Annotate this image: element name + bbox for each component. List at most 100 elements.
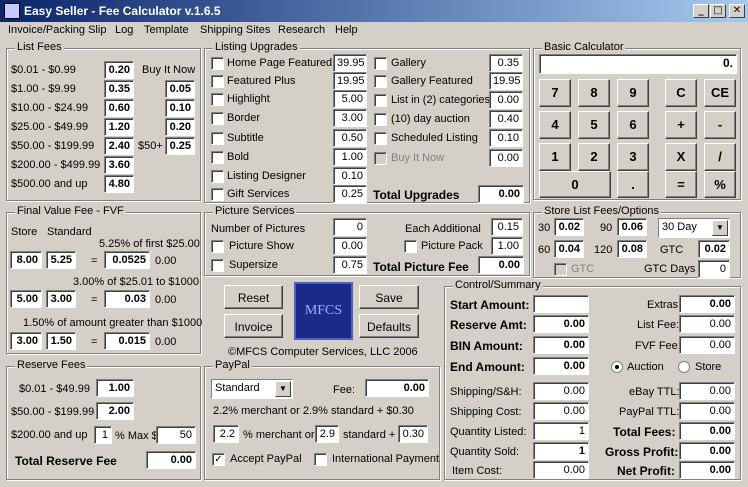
calc-key-decimal[interactable]: . [617, 171, 649, 198]
calc-key-percent[interactable]: % [704, 171, 736, 198]
fvf-tier3-standard-input[interactable]: 1.50 [46, 332, 76, 350]
picture-pack-checkbox[interactable] [404, 240, 417, 253]
paypal-flat-input[interactable]: 0.30 [398, 425, 428, 443]
save-button[interactable]: Save [359, 285, 419, 309]
upgrade-checkbox[interactable] [211, 151, 224, 164]
list-fee-input[interactable]: 1.20 [104, 118, 134, 136]
calc-key-6[interactable]: 6 [617, 111, 649, 139]
upgrade-checkbox[interactable] [211, 75, 224, 88]
upgrade-checkbox[interactable] [211, 170, 224, 183]
duration-select[interactable]: 30 Day ▼ [658, 218, 730, 238]
upgrade-price-input[interactable]: 0.35 [489, 54, 523, 72]
upgrade-checkbox[interactable] [211, 132, 224, 145]
bin-fee-input[interactable]: 0.05 [165, 80, 195, 98]
start-amount-input[interactable] [533, 295, 589, 313]
upgrade-price-input[interactable]: 19.95 [489, 72, 523, 90]
calc-key-7[interactable]: 7 [539, 79, 571, 107]
reserve-max-input[interactable]: 50 [156, 426, 196, 444]
upgrade-price-input[interactable]: 39.95 [333, 54, 367, 72]
international-payment-checkbox[interactable] [314, 453, 327, 466]
calc-key-multiply[interactable]: X [665, 143, 697, 171]
list-fee-input[interactable]: 0.60 [104, 99, 134, 117]
upgrade-price-input[interactable]: 19.95 [333, 72, 367, 90]
upgrade-checkbox[interactable] [211, 57, 224, 70]
menu-invoice[interactable]: Invoice/Packing Slip [8, 24, 106, 36]
store-30-input[interactable]: 0.02 [554, 218, 584, 236]
calc-key-minus[interactable]: - [704, 111, 736, 139]
auction-radio[interactable] [611, 361, 623, 373]
paypal-merchant-pct-input[interactable]: 2.2 [213, 425, 239, 443]
shipping-input[interactable]: 0.00 [533, 382, 589, 400]
store-radio[interactable] [678, 361, 690, 373]
fvf-tier2-store-input[interactable]: 5.00 [10, 290, 42, 308]
reserve-pct-input[interactable]: 1 [94, 426, 112, 444]
store-60-input[interactable]: 0.04 [554, 240, 584, 258]
list-fee-input[interactable]: 2.40 [104, 137, 134, 155]
list-fee-input[interactable]: 3.60 [104, 156, 134, 174]
fvf-tier2-standard-input[interactable]: 3.00 [46, 290, 76, 308]
gtc-days-input[interactable]: 0 [698, 260, 730, 278]
upgrade-checkbox[interactable] [374, 57, 387, 70]
upgrade-price-input[interactable]: 3.00 [333, 109, 367, 127]
upgrade-price-input[interactable]: 1.00 [333, 148, 367, 166]
calc-key-0[interactable]: 0 [539, 171, 611, 198]
upgrade-price-input[interactable]: 0.50 [333, 129, 367, 147]
calc-key-9[interactable]: 9 [617, 79, 649, 107]
upgrade-price-input[interactable]: 0.00 [489, 149, 523, 167]
qty-sold-input[interactable]: 1 [533, 442, 589, 460]
calc-key-3[interactable]: 3 [617, 143, 649, 171]
menu-research[interactable]: Research [278, 24, 325, 36]
end-amount-input[interactable]: 0.00 [533, 357, 589, 375]
chevron-down-icon[interactable]: ▼ [275, 381, 291, 397]
upgrade-price-input[interactable]: 0.00 [489, 91, 523, 109]
store-90-input[interactable]: 0.06 [617, 218, 647, 236]
calc-key-5[interactable]: 5 [578, 111, 610, 139]
calc-key-plus[interactable]: + [665, 111, 697, 139]
upgrade-checkbox[interactable] [374, 132, 387, 145]
fvf-tier3-store-input[interactable]: 3.00 [10, 332, 42, 350]
upgrade-checkbox[interactable] [211, 112, 224, 125]
paypal-type-select[interactable]: Standard ▼ [211, 379, 293, 399]
fvf-tier1-standard-input[interactable]: 5.25 [46, 251, 76, 269]
upgrade-price-input[interactable]: 0.10 [489, 129, 523, 147]
maximize-button[interactable]: □ [710, 4, 726, 18]
upgrade-checkbox[interactable] [374, 94, 387, 107]
reset-button[interactable]: Reset [224, 285, 283, 309]
calc-key-clear-entry[interactable]: CE [704, 79, 736, 107]
calc-key-equals[interactable]: = [665, 171, 697, 198]
accept-paypal-checkbox[interactable]: ✓ [212, 453, 225, 466]
bin-fee-input[interactable]: 0.20 [165, 118, 195, 136]
item-cost-input[interactable]: 0.00 [533, 461, 589, 479]
bin-fee-input[interactable]: 0.25 [165, 137, 195, 155]
picture-show-input[interactable]: 0.00 [333, 237, 367, 255]
store-120-input[interactable]: 0.08 [617, 240, 647, 258]
bin-fee-input[interactable]: 0.10 [165, 99, 195, 117]
supersize-input[interactable]: 0.75 [333, 256, 367, 274]
each-additional-input[interactable]: 0.15 [491, 218, 523, 236]
bin-amount-input[interactable]: 0.00 [533, 336, 589, 354]
calc-key-divide[interactable]: / [704, 143, 736, 171]
close-button[interactable]: ✕ [729, 4, 745, 18]
upgrade-checkbox[interactable] [211, 93, 224, 106]
chevron-down-icon[interactable]: ▼ [712, 220, 728, 236]
fvf-tier1-store-input[interactable]: 8.00 [10, 251, 42, 269]
paypal-standard-pct-input[interactable]: 2.9 [315, 425, 339, 443]
defaults-button[interactable]: Defaults [359, 314, 419, 338]
gtc-input[interactable]: 0.02 [698, 240, 730, 258]
calc-key-clear[interactable]: C [665, 79, 697, 107]
reserve-fee-1-input[interactable]: 1.00 [96, 379, 134, 397]
upgrade-price-input[interactable]: 5.00 [333, 90, 367, 108]
list-fee-input[interactable]: 0.20 [104, 61, 134, 79]
calc-key-2[interactable]: 2 [578, 143, 610, 171]
upgrade-checkbox[interactable] [374, 113, 387, 126]
num-pictures-input[interactable]: 0 [333, 218, 367, 236]
menu-shipping-sites[interactable]: Shipping Sites [200, 24, 270, 36]
invoice-button[interactable]: Invoice [224, 314, 283, 338]
upgrade-checkbox[interactable] [374, 75, 387, 88]
upgrade-price-input[interactable]: 0.40 [489, 110, 523, 128]
reserve-fee-2-input[interactable]: 2.00 [96, 402, 134, 420]
extras-input[interactable]: 0.00 [679, 295, 735, 313]
upgrade-price-input[interactable]: 0.25 [333, 185, 367, 203]
upgrade-price-input[interactable]: 0.10 [333, 167, 367, 185]
menu-log[interactable]: Log [115, 24, 133, 36]
